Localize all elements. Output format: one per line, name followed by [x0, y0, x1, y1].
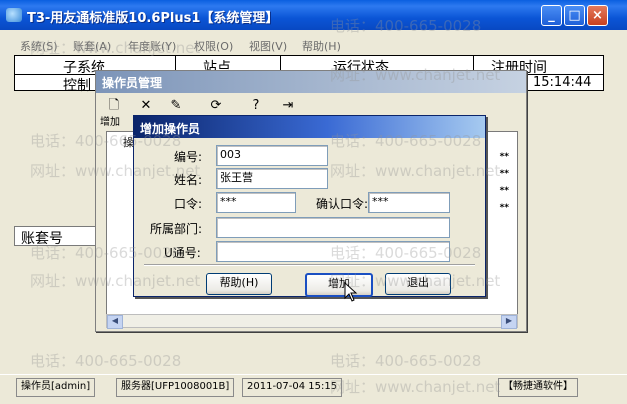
label-id: 编号: [174, 150, 203, 164]
status-datetime: 2011-07-04 15:15 [242, 378, 343, 397]
menu-view[interactable]: 视图(V) [249, 38, 287, 54]
status-operator: 操作员[admin] [16, 378, 96, 397]
watermark-phone: 电话：400-665-0028 [330, 352, 482, 370]
edit-icon[interactable]: ✎ [166, 97, 186, 117]
pass-no-field[interactable] [216, 241, 450, 262]
dialog-title: 增加操作员 [140, 122, 201, 136]
mouse-cursor-icon [344, 282, 358, 302]
operator-window-title-bar: 操作员管理 [96, 71, 526, 93]
password-field[interactable]: *** [216, 192, 296, 213]
status-server: 服务器[UFP1008001B] [116, 378, 235, 397]
status-brand: 【畅捷通软件】 [498, 378, 578, 397]
menu-account[interactable]: 账套(A) [73, 38, 111, 54]
col-account-no[interactable]: 账套号 [21, 228, 63, 248]
department-field[interactable] [216, 217, 450, 238]
title-bar: T3-用友通标准版10.6Plus1【系统管理】 _ □ × [0, 0, 627, 30]
toolbar-add-label[interactable]: 增加 [100, 113, 120, 128]
operator-window-title: 操作员管理 [102, 76, 163, 90]
help-icon[interactable]: ? [246, 97, 266, 117]
dialog-title-bar: 增加操作员 [134, 116, 485, 138]
status-bar: 操作员[admin] 服务器[UFP1008001B] 2011-07-04 1… [0, 374, 627, 398]
exit-icon[interactable]: ⇥ [278, 97, 298, 117]
confirm-password-field[interactable]: *** [368, 192, 450, 213]
close-button[interactable]: × [587, 5, 608, 26]
password-cell: ** [499, 186, 509, 196]
help-button[interactable]: 帮助(H) [206, 273, 272, 295]
watermark-phone: 电话：400-665-0028 [30, 352, 182, 370]
dialog-divider [144, 264, 475, 266]
menu-year-account[interactable]: 年度账(Y) [128, 38, 176, 54]
exit-button[interactable]: 退出 [385, 273, 451, 295]
label-department: 所属部门: [150, 222, 203, 236]
window-title: T3-用友通标准版10.6Plus1【系统管理】 [27, 11, 279, 26]
scroll-right-icon[interactable]: ▶ [501, 315, 517, 329]
id-field[interactable]: 003 [216, 145, 328, 166]
horizontal-scrollbar[interactable]: ◀ ▶ [106, 314, 518, 329]
menu-permission[interactable]: 权限(O) [194, 38, 233, 54]
cell-register-time: 15:14:44 [533, 75, 592, 90]
password-cell: ** [499, 203, 509, 213]
label-name: 姓名: [174, 173, 203, 187]
menu-help[interactable]: 帮助(H) [302, 38, 341, 54]
maximize-button[interactable]: □ [564, 5, 585, 26]
delete-icon[interactable]: ✕ [136, 97, 156, 117]
add-confirm-button[interactable]: 增加 [305, 273, 373, 297]
menu-system[interactable]: 系统(S) [20, 38, 58, 54]
scroll-left-icon[interactable]: ◀ [107, 315, 123, 329]
menu-bar: 系统(S) 账套(A) 年度账(Y) 权限(O) 视图(V) 帮助(H) [0, 35, 627, 53]
password-cell: ** [499, 152, 509, 162]
label-pass-no: U通号: [164, 246, 201, 260]
app-icon [6, 8, 22, 22]
password-cell: ** [499, 169, 509, 179]
add-operator-dialog: 增加操作员 编号: 003 姓名: 张王营 口令: *** 确认口令: *** … [133, 115, 486, 302]
minimize-button[interactable]: _ [541, 5, 562, 26]
label-confirm-password: 确认口令: [316, 197, 369, 211]
cell-subsystem: 控制 [63, 78, 91, 94]
refresh-icon[interactable]: ⟳ [206, 97, 226, 117]
label-password: 口令: [174, 197, 203, 211]
main-window: T3-用友通标准版10.6Plus1【系统管理】 _ □ × 系统(S) 账套(… [0, 0, 627, 404]
name-field[interactable]: 张王营 [216, 168, 328, 189]
